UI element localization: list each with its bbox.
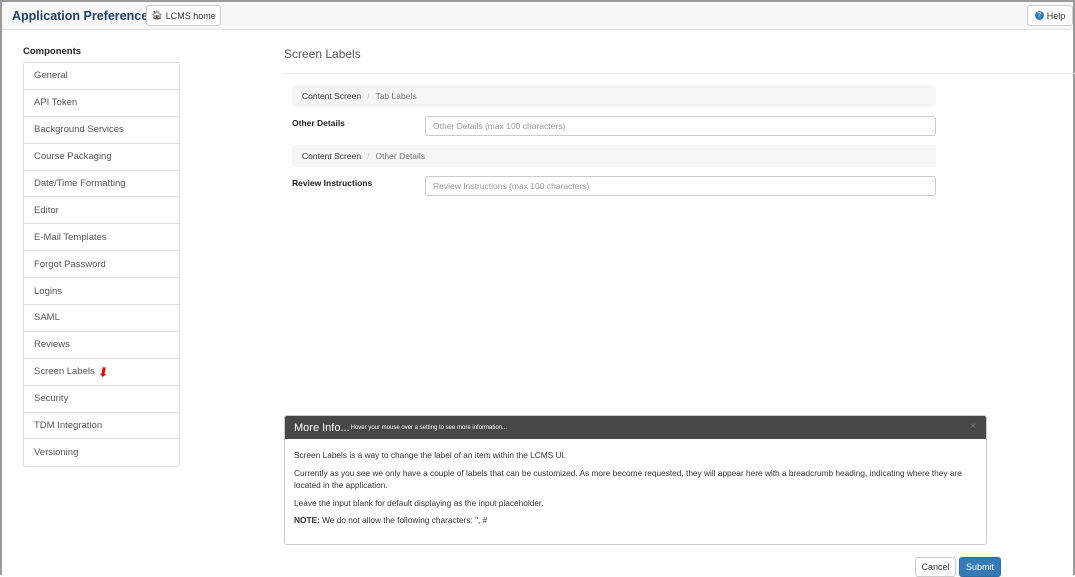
- sidebar-item-date-time-formatting[interactable]: Date/Time Formatting: [24, 171, 179, 198]
- sidebar-item-versioning[interactable]: Versioning: [24, 439, 179, 466]
- sidebar-item-saml[interactable]: SAML: [24, 305, 179, 332]
- review-instructions-input[interactable]: [425, 176, 936, 196]
- close-icon[interactable]: ×: [970, 421, 976, 432]
- other-details-input[interactable]: [425, 116, 936, 136]
- sidebar-item-reviews[interactable]: Reviews: [24, 332, 179, 359]
- home-icon: 🏠︎: [151, 10, 163, 20]
- sidebar-item-email-templates[interactable]: E-Mail Templates: [24, 224, 179, 252]
- components-list: General API Token Background Services Co…: [23, 62, 180, 468]
- cancel-button[interactable]: Cancel: [915, 557, 956, 577]
- components-heading: Components: [23, 46, 82, 57]
- sidebar-item-api-token[interactable]: API Token: [24, 90, 179, 117]
- breadcrumb: Content Screen / Other Details: [292, 145, 936, 167]
- sidebar-item-background-services[interactable]: Background Services: [24, 117, 179, 144]
- app-title: Application Preferences: [12, 9, 156, 23]
- sidebar-item-editor[interactable]: Editor: [24, 197, 179, 225]
- question-icon: ?: [1034, 11, 1044, 20]
- window: Application Preferences 🏠︎ LCMS home ? Hel…: [0, 0, 1075, 577]
- sidebar-item-logins[interactable]: Logins: [24, 278, 179, 306]
- more-info-header: More Info... Hover your mouse over a sett…: [285, 416, 986, 439]
- submit-button[interactable]: Submit: [959, 557, 1001, 577]
- more-info-body: Screen Labels is a way to change the lab…: [294, 450, 962, 525]
- sidebar-item-general[interactable]: General: [24, 63, 179, 90]
- header: Application Preferences 🏠︎ LCMS home ? Hel…: [2, 2, 1073, 30]
- divider: [284, 73, 1075, 74]
- sidebar-item-security[interactable]: Security: [24, 386, 179, 413]
- red-arrow-pointer-icon: ⬋: [94, 362, 112, 381]
- sidebar-item-tdm-integration[interactable]: TDM Integration: [24, 413, 179, 440]
- other-details-label: Other Details: [292, 118, 345, 128]
- sidebar-item-course-packaging[interactable]: Course Packaging: [24, 144, 179, 171]
- more-info-panel: More Info... Hover your mouse over a sett…: [284, 415, 987, 545]
- lcms-home-button[interactable]: 🏠︎ LCMS home: [146, 5, 221, 26]
- sidebar-item-forgot-password[interactable]: Forgot Password: [24, 251, 179, 279]
- page-title: Screen Labels: [284, 47, 361, 61]
- breadcrumb: Content Screen / Tab Labels: [292, 85, 936, 107]
- review-instructions-label: Review Instructions: [292, 178, 373, 188]
- sidebar-item-screen-labels[interactable]: Screen Labels ⬋: [24, 359, 179, 386]
- help-button[interactable]: ? Help: [1027, 5, 1073, 26]
